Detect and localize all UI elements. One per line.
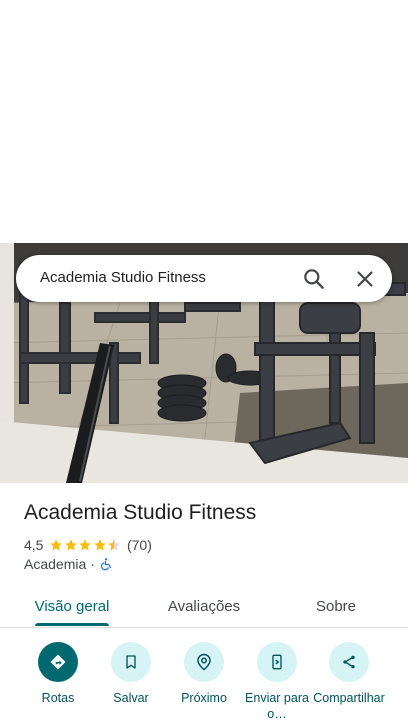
- rating-row[interactable]: 4,5 (70): [24, 536, 152, 554]
- search-input[interactable]: Academia Studio Fitness: [40, 269, 206, 286]
- star-icon: [94, 539, 106, 551]
- send-to-phone-button[interactable]: Enviar para o…: [239, 640, 315, 722]
- tab-indicator: [35, 623, 109, 626]
- tab-about[interactable]: Sobre: [286, 585, 386, 627]
- tab-overview[interactable]: Visão geral: [22, 585, 122, 627]
- save-button[interactable]: Salvar: [93, 640, 169, 706]
- rating-stars: [49, 538, 122, 552]
- send-to-phone-label: Enviar para o…: [245, 691, 309, 721]
- close-icon[interactable]: [352, 266, 378, 292]
- bookmark-icon: [111, 642, 151, 682]
- star-half-icon: [108, 539, 121, 551]
- tab-reviews[interactable]: Avaliações: [154, 585, 254, 627]
- rating-value: 4,5: [24, 537, 44, 553]
- search-bar[interactable]: Academia Studio Fitness: [16, 255, 392, 302]
- separator: ·: [90, 556, 95, 572]
- share-button[interactable]: Compartilhar: [311, 640, 387, 706]
- search-icon[interactable]: [301, 266, 327, 292]
- place-category: Academia: [24, 556, 87, 572]
- save-label: Salvar: [113, 691, 149, 705]
- place-tabs: Visão geral Avaliações Sobre: [0, 585, 408, 627]
- map-blank-area: [0, 0, 408, 243]
- share-icon: [329, 642, 369, 682]
- star-icon: [79, 539, 92, 551]
- nearby-icon: [184, 642, 224, 682]
- action-bar: Rotas Salvar Próximo Enviar para o… Comp…: [0, 640, 408, 726]
- star-icon: [65, 539, 77, 551]
- category-row: Academia ·: [24, 556, 113, 572]
- review-count[interactable]: (70): [127, 537, 152, 553]
- place-title: Academia Studio Fitness: [24, 501, 257, 524]
- nearby-button[interactable]: Próximo: [166, 640, 242, 706]
- directions-button[interactable]: Rotas: [20, 640, 96, 706]
- share-label: Compartilhar: [313, 691, 385, 705]
- send-to-phone-icon: [257, 642, 297, 682]
- star-icon: [50, 539, 63, 551]
- directions-label: Rotas: [41, 691, 75, 705]
- directions-icon: [38, 642, 78, 682]
- tabs-divider: [0, 627, 408, 628]
- nearby-label: Próximo: [181, 691, 227, 705]
- wheelchair-icon: [99, 557, 113, 571]
